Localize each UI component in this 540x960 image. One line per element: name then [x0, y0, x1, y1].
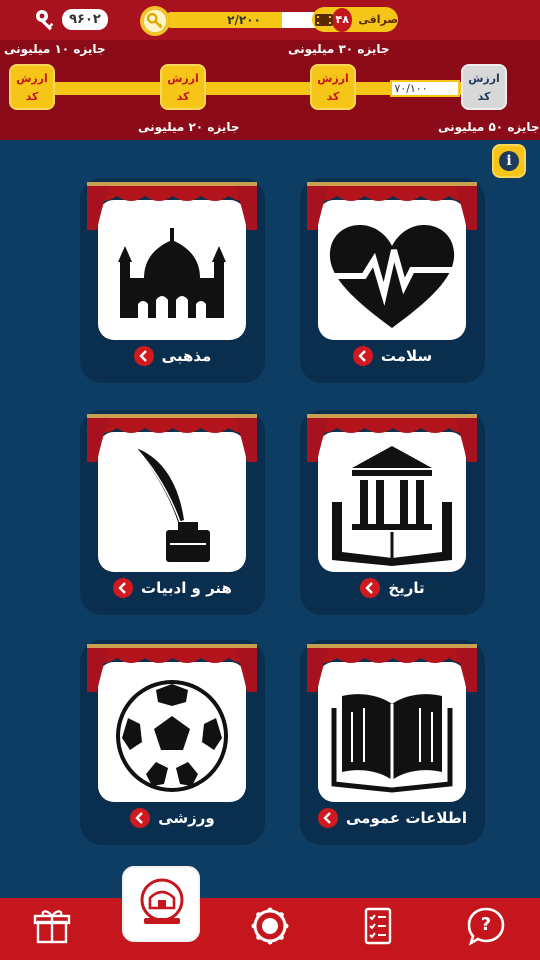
info-icon: i [499, 151, 519, 171]
prize-box-line2: کد [477, 90, 491, 103]
exchange-button[interactable]: ۴۸ صرافی [312, 7, 398, 32]
chevron-left-icon [318, 808, 338, 828]
keys-count: ۹۶۰۲ [62, 9, 108, 30]
home-button[interactable] [122, 866, 200, 942]
category-label-text: اطلاعات عمومی [346, 809, 468, 827]
category-label-text: سلامت [380, 347, 433, 365]
prize-caption-30: جایزه ۳۰ میلیونی [288, 42, 390, 56]
curtain-decoration [87, 182, 257, 230]
category-label: تاریخ [300, 578, 485, 598]
prize-box-line1: ارزش [16, 72, 48, 85]
exchange-count: ۴۸ [332, 7, 353, 32]
key-icon [36, 10, 54, 31]
home-icon [140, 878, 184, 924]
category-label: مذهبی [80, 346, 265, 366]
gift-icon[interactable] [32, 906, 72, 946]
prize-box-line2: کد [25, 90, 39, 103]
category-card-sports[interactable]: ورزشی [80, 640, 265, 845]
film-ticket-icon [315, 14, 333, 26]
prize-box-line1: ارزش [167, 72, 199, 85]
category-card-history[interactable]: تاریخ [300, 410, 485, 615]
prize-box-line2: کد [176, 90, 190, 103]
help-label: ? [480, 914, 492, 935]
category-label-text: هنر و ادبیات [141, 579, 232, 597]
exchange-label: صرافی [358, 13, 398, 26]
checklist-icon[interactable] [358, 906, 398, 946]
category-label: ورزشی [80, 808, 265, 828]
chevron-left-icon [113, 578, 134, 598]
category-label-text: مذهبی [161, 347, 212, 365]
prize-box-line1: ارزش [468, 72, 500, 85]
level-progress: ۲/۲۰۰ [140, 6, 332, 36]
wheel-icon[interactable] [250, 906, 290, 946]
gold-key-icon [140, 6, 170, 36]
curtain-decoration [307, 644, 477, 692]
category-label: سلامت [300, 346, 485, 366]
prize-caption-20: جایزه ۲۰ میلیونی [138, 120, 240, 134]
chevron-left-icon [360, 578, 381, 598]
category-label: هنر و ادبیات [80, 578, 265, 598]
curtain-decoration [307, 182, 477, 230]
curtain-decoration [87, 414, 257, 462]
category-card-religious[interactable]: مذهبی [80, 178, 265, 383]
prize-box-10[interactable]: ارزش کد [9, 64, 55, 110]
prize-box-20[interactable]: ارزش کد [160, 64, 206, 110]
prize-caption-50: جایزه ۵۰ میلیونی [438, 120, 540, 134]
category-card-health[interactable]: سلامت [300, 178, 485, 383]
prize-box-line1: ارزش [317, 72, 349, 85]
prize-box-line2: کد [326, 90, 340, 103]
category-card-general[interactable]: اطلاعات عمومی [300, 640, 485, 845]
chevron-left-icon [352, 346, 373, 366]
category-card-art[interactable]: هنر و ادبیات [80, 410, 265, 615]
chevron-left-icon [133, 346, 154, 366]
category-label-text: تاریخ [388, 579, 425, 597]
category-label-text: ورزشی [158, 809, 215, 827]
chevron-left-icon [130, 808, 151, 828]
prize-box-30[interactable]: ارزش کد [310, 64, 356, 110]
prize-box-50[interactable]: ارزش کد [461, 64, 507, 110]
info-button[interactable]: i [492, 144, 526, 178]
progress-text: ۲/۲۰۰ [227, 13, 261, 27]
curtain-decoration [307, 414, 477, 462]
category-label: اطلاعات عمومی [300, 808, 485, 828]
help-button[interactable]: ? [466, 906, 506, 946]
prize-caption-10: جایزه ۱۰ میلیونی [4, 42, 106, 56]
prize-progress-label: ۷۰/۱۰۰ [394, 82, 428, 95]
curtain-decoration [87, 644, 257, 692]
